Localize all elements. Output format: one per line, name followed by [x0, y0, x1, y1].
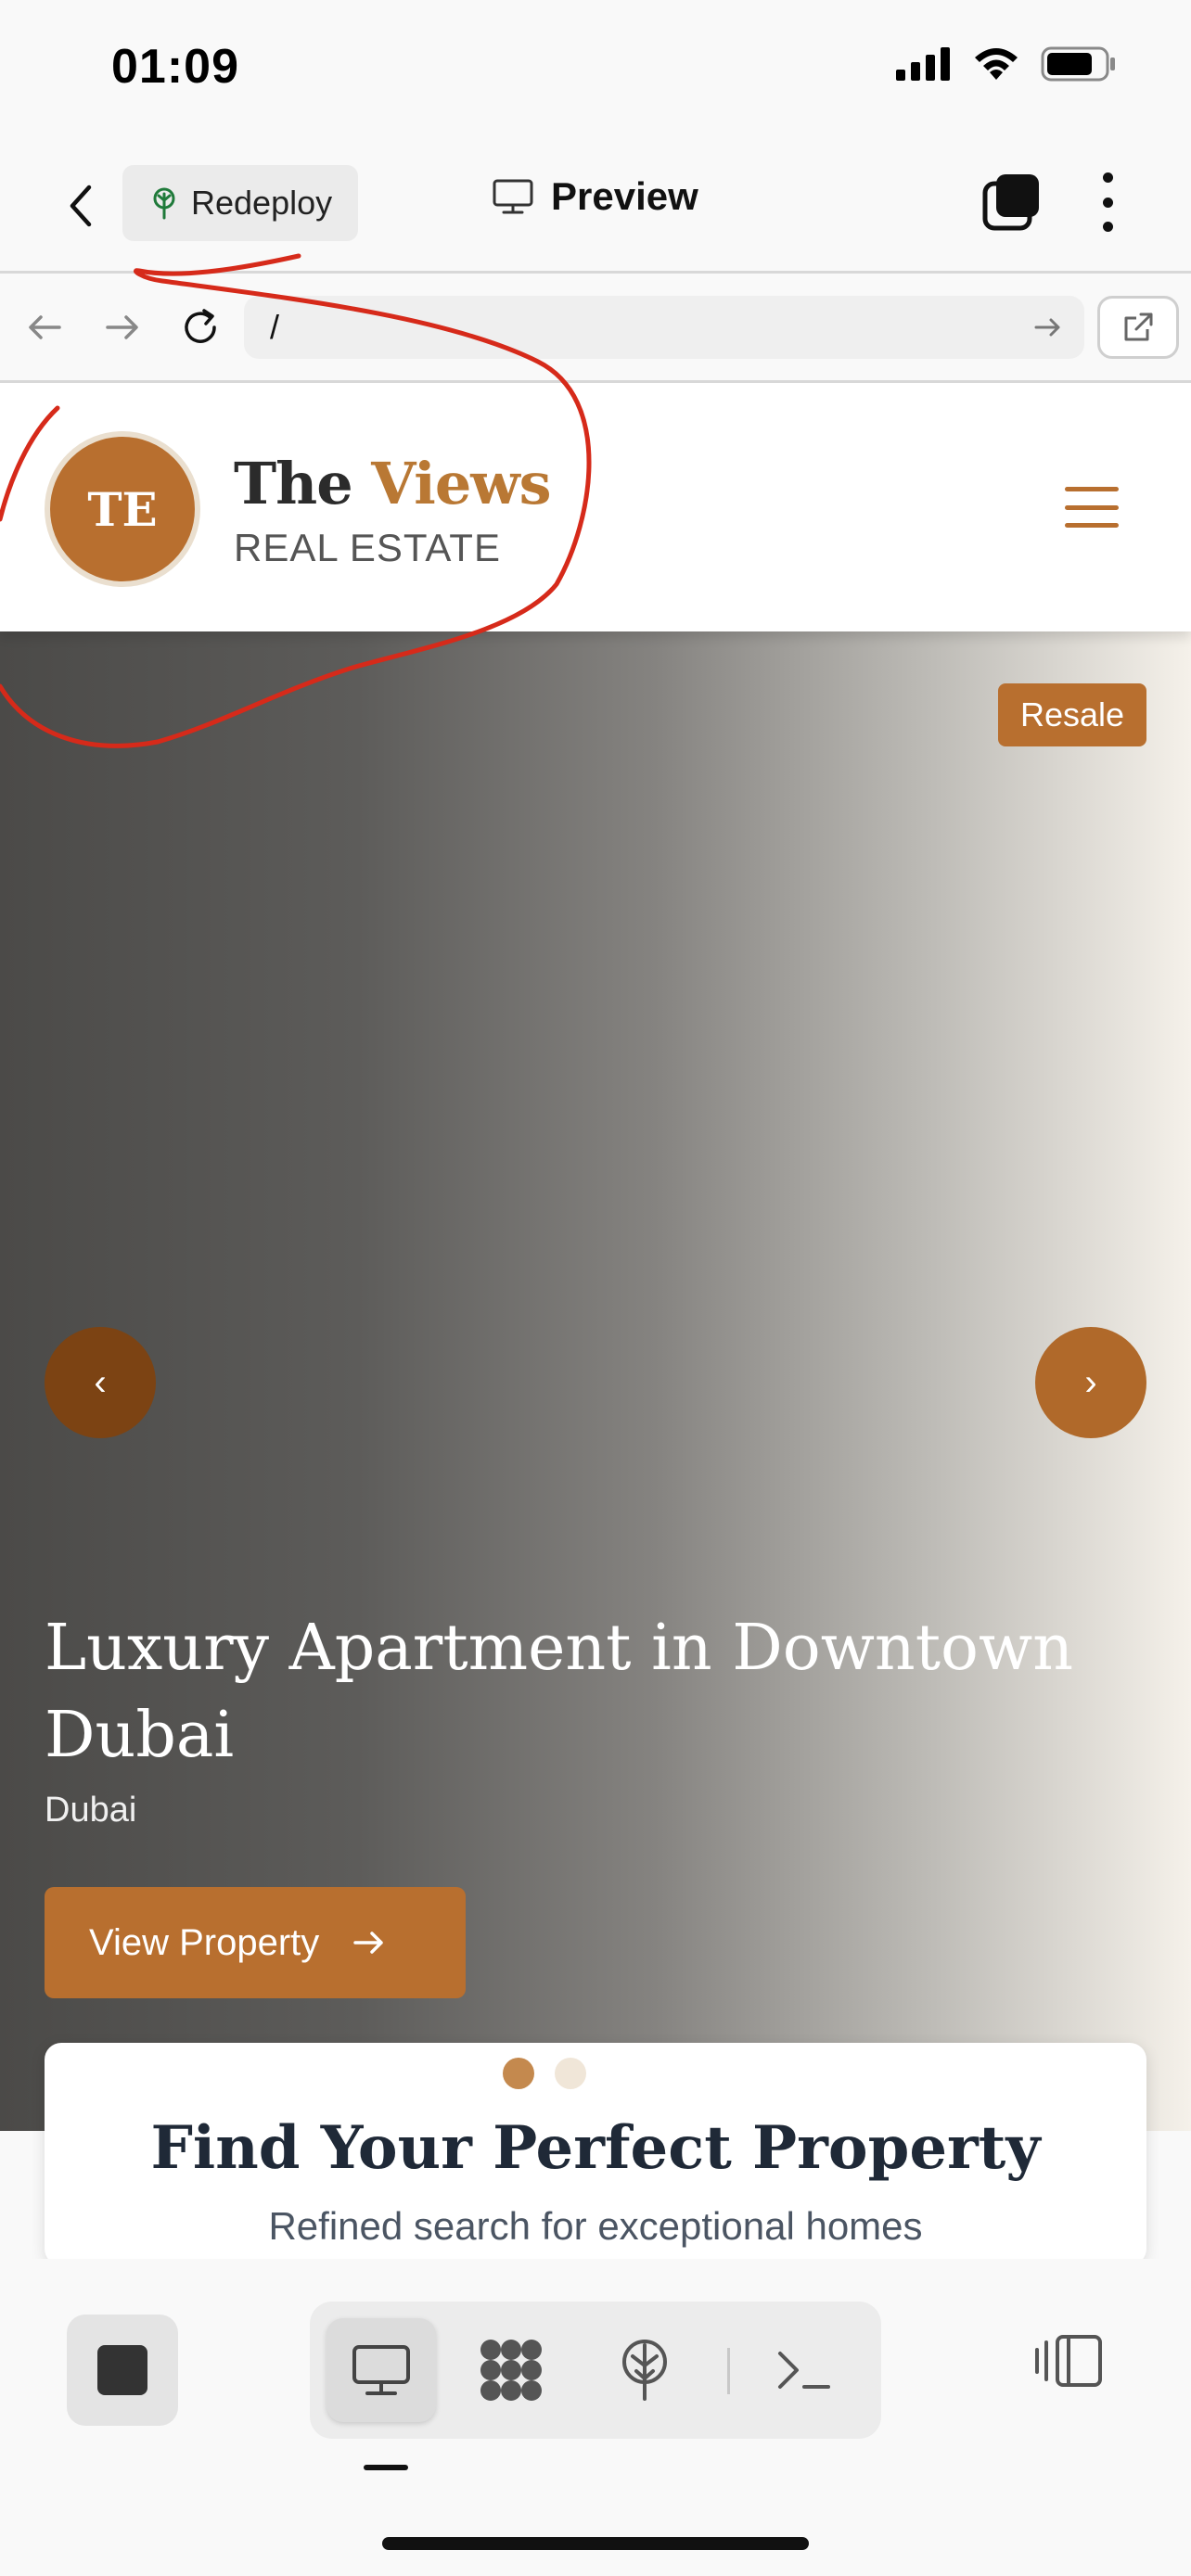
back-button[interactable]: [58, 178, 104, 234]
brand-subtitle: REAL ESTATE: [234, 526, 501, 569]
external-link-icon: [1124, 312, 1153, 341]
search-title: Find Your Perfect Property: [150, 2113, 1041, 2183]
status-time: 01:09: [111, 40, 239, 94]
preview-title-text: Preview: [551, 174, 698, 218]
redeploy-button[interactable]: Redeploy: [122, 165, 358, 241]
stop-button[interactable]: [67, 2315, 178, 2426]
chevron-left-icon: ‹: [94, 1361, 107, 1403]
search-card: Find Your Perfect Property Refined searc…: [45, 2043, 1146, 2265]
website-preview: TE The Views REAL ESTATE Resale ‹ › Luxu…: [0, 383, 1191, 2131]
menu-icon[interactable]: [1065, 487, 1119, 528]
listing-type-badge: Resale: [998, 683, 1146, 746]
layout-toggle-button[interactable]: [1031, 2324, 1106, 2398]
url-input[interactable]: /: [244, 296, 1084, 359]
carousel-next-button[interactable]: ›: [1035, 1327, 1146, 1438]
url-text: /: [270, 308, 280, 346]
bottom-toolbar: [0, 2259, 1191, 2576]
deploy-icon: [622, 2340, 667, 2401]
desktop-icon: [352, 2345, 410, 2395]
reload-icon: [185, 309, 216, 343]
chevron-left-icon: [70, 185, 92, 227]
browser-back-button[interactable]: [19, 301, 70, 353]
app-header: Redeploy Preview: [0, 139, 1191, 274]
more-options-icon[interactable]: [1095, 172, 1121, 232]
chevron-right-icon: ›: [1084, 1361, 1097, 1403]
deploy-tab[interactable]: [590, 2318, 699, 2422]
split-view-icon: [1035, 2335, 1102, 2387]
arrow-left-icon: [29, 315, 61, 339]
go-arrow-icon[interactable]: [1032, 309, 1064, 346]
logo-initials: TE: [87, 481, 158, 537]
arrow-right-icon: [106, 315, 138, 339]
status-bar: 01:09: [0, 0, 1191, 139]
terminal-icon: [778, 2352, 830, 2389]
tool-divider: [727, 2348, 730, 2394]
redeploy-label: Redeploy: [191, 184, 333, 222]
brand-name-part1: The: [234, 450, 372, 517]
active-tab-indicator: [364, 2465, 408, 2470]
preview-title: Preview: [492, 174, 698, 219]
terminal-tab[interactable]: [749, 2318, 859, 2422]
battery-icon: [1041, 46, 1115, 82]
stop-icon: [97, 2345, 147, 2395]
carousel-dot[interactable]: [555, 2058, 586, 2089]
carousel-dot[interactable]: [503, 2058, 534, 2089]
site-header: TE The Views REAL ESTATE: [0, 383, 1191, 631]
carousel-dots: [503, 2058, 586, 2089]
components-tab[interactable]: [456, 2318, 566, 2422]
browser-forward-button[interactable]: [96, 301, 148, 353]
arrow-right-icon: [353, 1932, 384, 1954]
logo-badge[interactable]: TE: [45, 431, 200, 587]
view-property-label: View Property: [89, 1921, 320, 1963]
wifi-icon: [975, 48, 1018, 80]
brand-name[interactable]: The Views: [234, 450, 552, 517]
browser-toolbar: /: [0, 274, 1191, 383]
brand-name-part2: Views: [371, 450, 551, 517]
open-external-button[interactable]: [1097, 296, 1179, 359]
signal-icon: [896, 47, 950, 81]
property-location: Dubai: [45, 1791, 137, 1830]
desktop-tab[interactable]: [327, 2318, 436, 2422]
carousel-prev-button[interactable]: ‹: [45, 1327, 156, 1438]
monitor-icon: [493, 179, 533, 214]
tabs-icon[interactable]: [981, 172, 1041, 232]
search-subtitle: Refined search for exceptional homes: [268, 2204, 923, 2248]
tool-group: [310, 2302, 881, 2439]
status-icons: [896, 46, 1117, 82]
components-icon: [480, 2340, 542, 2401]
property-title: Luxury Apartment in Downtown Dubai: [45, 1612, 1073, 1772]
view-property-button[interactable]: View Property: [45, 1887, 466, 1998]
reload-button[interactable]: [174, 301, 226, 353]
hero-carousel: Resale ‹ › Luxury Apartment in Downtown …: [0, 631, 1191, 2131]
deploy-tree-icon: [153, 187, 175, 220]
home-indicator: [382, 2537, 809, 2550]
